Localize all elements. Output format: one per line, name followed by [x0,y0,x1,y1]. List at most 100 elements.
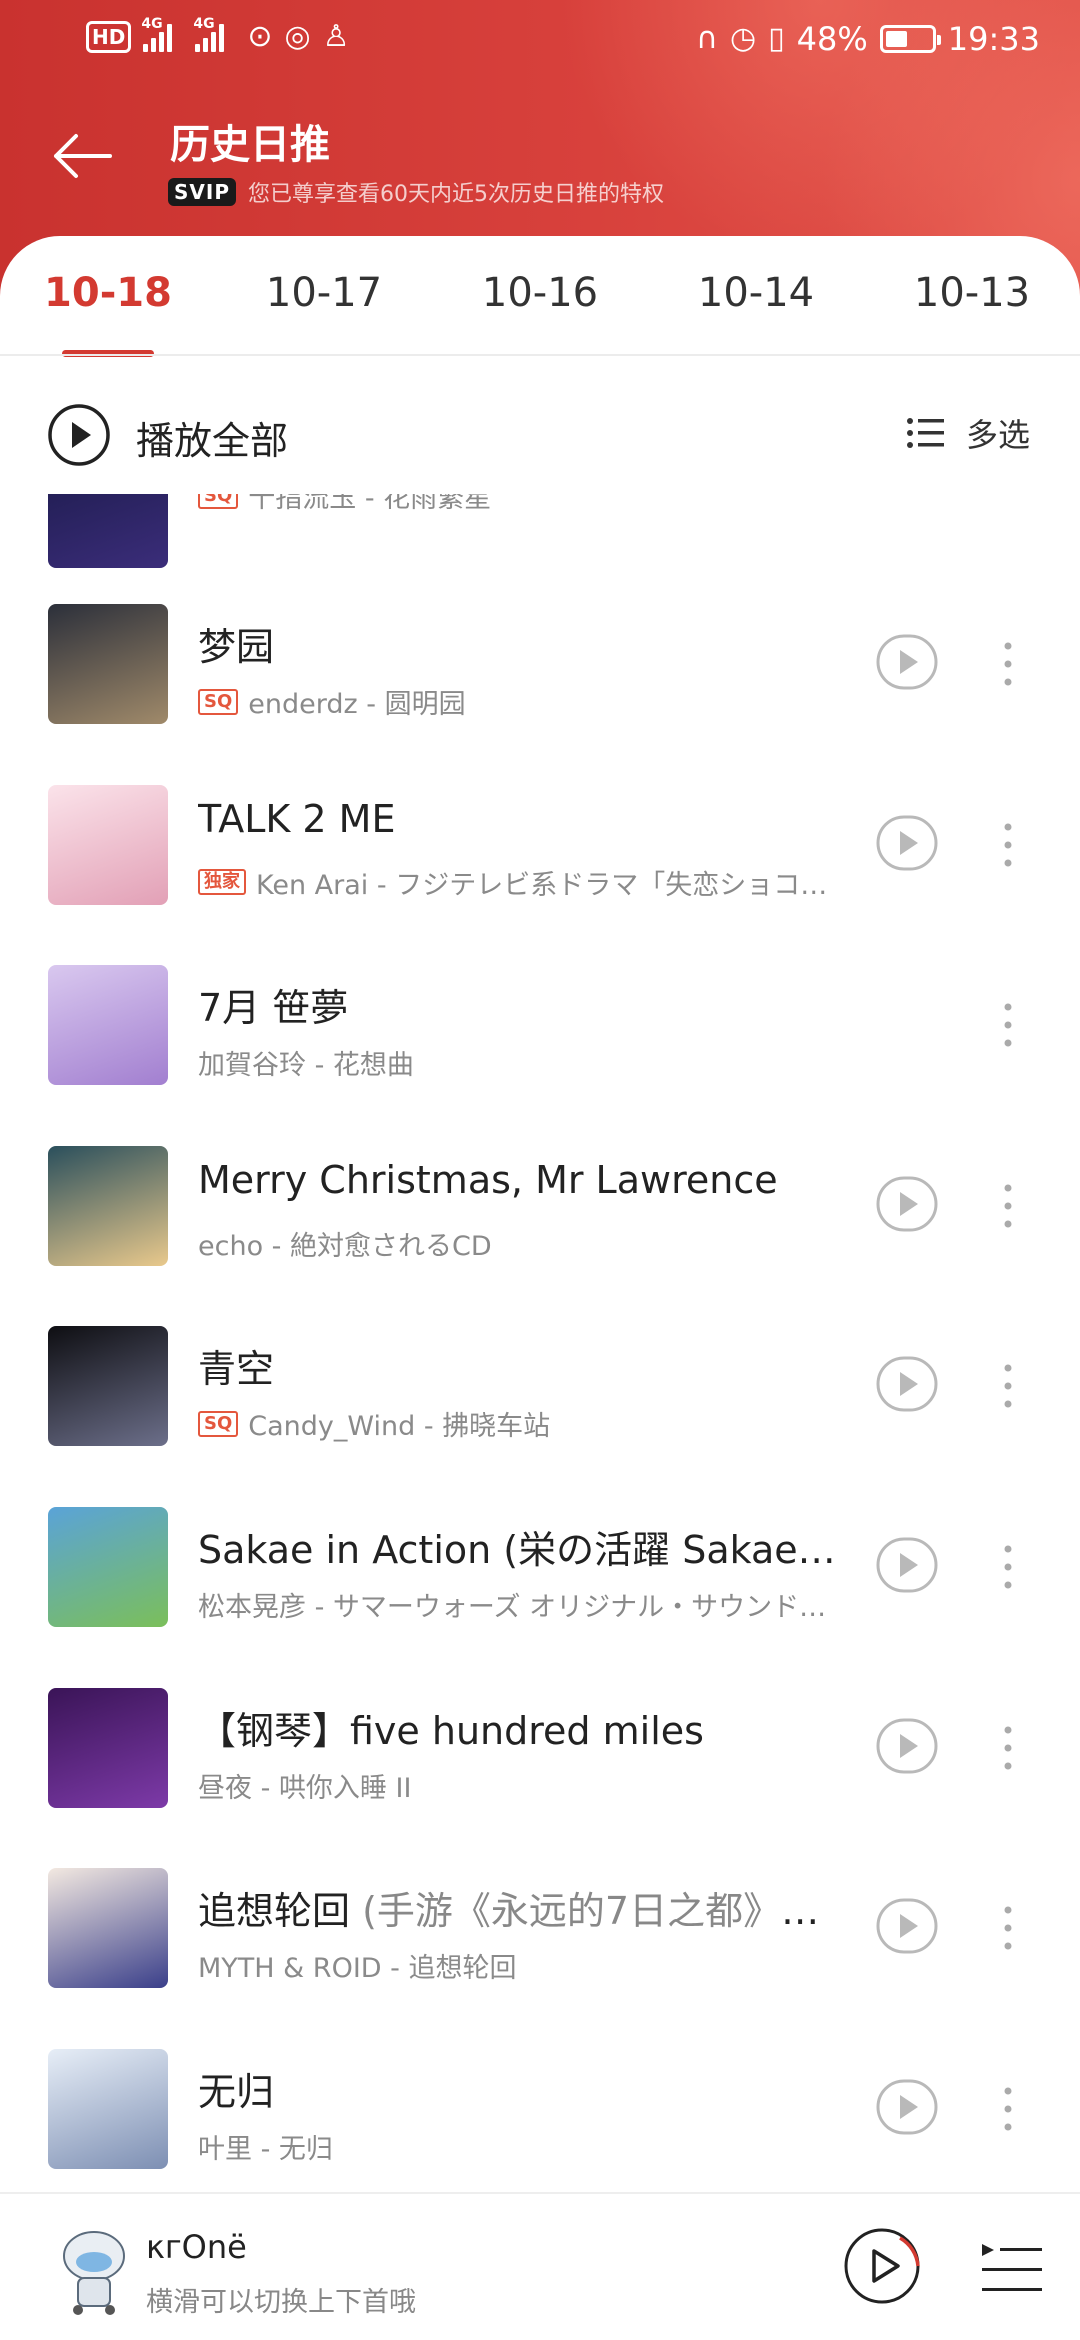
date-tab[interactable]: 10-14 [698,270,814,316]
status-bar: HD 4G 4G ⊙ ◎ ♙ ∩ ◷ ▯ 48% 19:33 [0,0,1080,80]
play-all-button[interactable]: 播放全部 [136,410,288,465]
back-arrow-icon[interactable] [48,120,120,192]
mv-play-icon[interactable] [876,1176,938,1232]
status-left: HD 4G 4G ⊙ ◎ ♙ [86,16,350,54]
mv-play-icon[interactable] [876,1718,938,1774]
play-all-icon[interactable] [46,402,112,468]
mini-play-button[interactable] [840,2224,924,2308]
date-tab[interactable]: 10-17 [266,270,382,316]
battery-percent: 48% [796,20,868,58]
song-row[interactable]: Sakae in Action (栄の活躍 Sakae no… 松本晃彦 - サマ… [0,1507,1080,1687]
mv-play-icon[interactable] [876,1898,938,1954]
album-cover [48,784,168,905]
quality-badge: SQ [198,688,239,715]
clock: 19:33 [947,20,1040,58]
song-name: TALK 2 ME [198,796,396,841]
song-title: 7月 笹夢 [198,977,838,1032]
song-meta: 十指流玉 - 花雨繁星 [248,494,492,514]
multi-select-label: 多选 [965,416,1030,454]
network-type-label: 4G [193,16,215,32]
song-list: SQ 十指流玉 - 花雨繁星 梦园 SQ enderdz - 圆明园 TALK 2 M… [0,494,1080,2194]
page-subtitle: 您已尊享查看60天内近5次历史日推的特权 [247,182,664,207]
mini-player-hint: 横滑可以切换上下首哦 [146,2287,416,2318]
more-options-icon[interactable] [996,1001,1020,1049]
quality-badge: 独家 [198,869,246,896]
date-tab[interactable]: 10-13 [914,270,1030,316]
song-row[interactable]: Merry Christmas, Mr Lawrence echo - 絶対愈され… [0,1145,1080,1326]
sq-badge: SQ [198,494,239,509]
more-options-icon[interactable] [996,1362,1020,1410]
song-row[interactable]: 青空 SQ Candy_Wind - 拂晓车站 [0,1326,1080,1506]
song-title: 无归 [198,2061,838,2116]
song-row[interactable]: 7月 笹夢加賀谷玲 - 花想曲 [0,965,1080,1145]
more-options-icon[interactable] [996,2085,1020,2133]
song-subtitle: 松本晃彦 - サマーウォーズ オリジナル・サウンド… [198,1585,838,1624]
mv-play-icon[interactable] [876,1356,938,1412]
weibo-icon: ⊙ [247,19,273,54]
wechat-icon: ◎ [284,19,311,54]
song-alias: (手游《永远的7日之都》主… [350,1889,838,1934]
song-meta: 昼夜 - 哄你入睡 II [198,1772,412,1804]
song-name: 无归 [198,2069,275,2114]
date-tabs: 10-18 10-17 10-16 10-14 10-13 [0,236,1080,356]
status-right: ∩ ◷ ▯ 48% 19:33 [696,20,1040,58]
song-title: Merry Christmas, Mr Lawrence [198,1158,838,1202]
more-options-icon[interactable] [996,640,1020,688]
song-subtitle: 独家 Ken Arai - フジテレビ系ドラマ「失恋ショコ… [198,863,838,902]
multi-select-button[interactable]: 多选 [906,410,1030,456]
date-tab[interactable]: 10-18 [44,270,172,316]
mini-player-cover [63,2231,125,2315]
album-cover [48,1687,168,1808]
song-meta: echo - 絶対愈されるCD [198,1230,492,1262]
mv-play-icon[interactable] [876,815,938,871]
album-cover [48,965,168,1086]
mv-play-icon[interactable] [876,634,938,690]
headphones-icon: ∩ [695,21,718,56]
song-meta: enderdz - 圆明园 [248,689,466,720]
song-subtitle: SQ enderdz - 圆明园 [198,682,838,721]
song-meta: 叶里 - 无归 [198,2133,333,2165]
mv-play-icon[interactable] [876,1537,938,1593]
song-row[interactable]: 梦园 SQ enderdz - 圆明园 [0,604,1080,784]
song-name: Merry Christmas, Mr Lawrence [198,1157,778,1202]
song-row[interactable]: 【钢琴】five hundred miles 昼夜 - 哄你入睡 II [0,1687,1080,1868]
battery-fill [885,31,907,47]
more-options-icon[interactable] [996,821,1020,869]
more-options-icon[interactable] [996,1543,1020,1591]
song-title: TALK 2 ME [198,797,838,841]
mini-player[interactable]: κгOnë 横滑可以切换上下首哦 [0,2192,1080,2340]
song-name: 梦园 [198,625,275,669]
more-options-icon[interactable] [996,1724,1020,1772]
song-subtitle: echo - 絶対愈されるCD [198,1224,838,1263]
qq-icon: ♙ [322,19,350,54]
song-title: 青空 [198,1338,838,1393]
song-name: 7月 笹夢 [198,986,349,1031]
svip-badge: SVIP [168,178,236,206]
song-row[interactable]: 无归叶里 - 无归 [0,2048,1080,2194]
song-title: 追想轮回 (手游《永远的7日之都》主… [198,1880,838,1935]
song-meta: Ken Arai - フジテレビ系ドラマ「失恋ショコ… [256,869,828,901]
song-row[interactable]: 追想轮回 (手游《永远的7日之都》主… MYTH & ROID - 追想轮回 [0,1868,1080,2048]
mini-player-title: κгOnë [146,2228,247,2266]
vip-subtitle-row: SVIP 您已尊享查看60天内近5次历史日推的特权 [168,176,664,208]
song-name: 【钢琴】five hundred miles [198,1708,704,1753]
network-type-label: 4G [141,16,163,32]
play-all-row: 播放全部 多选 [0,380,1080,490]
song-row[interactable]: TALK 2 ME 独家 Ken Arai - フジテレビ系ドラマ「失恋ショコ… [0,784,1080,965]
date-tab[interactable]: 10-16 [482,270,598,316]
song-name: Sakae in Action (栄の活躍 Sakae no… [198,1528,838,1572]
song-title: Sakae in Action (栄の活躍 Sakae no… [198,1519,838,1574]
tabs-divider [0,354,1080,356]
more-options-icon[interactable] [996,1904,1020,1952]
signal-icon: 4G [141,16,183,52]
alarm-icon: ◷ [729,21,757,56]
playlist-queue-icon[interactable] [980,2238,1044,2298]
song-meta: 加賀谷玲 - 花想曲 [198,1050,414,1082]
more-options-icon[interactable] [996,1182,1020,1230]
song-name: 青空 [198,1347,275,1392]
mv-play-icon[interactable] [876,2079,938,2135]
song-meta: MYTH & ROID - 追想轮回 [198,1953,517,1985]
song-subtitle: SQ 十指流玉 - 花雨繁星 [198,494,838,515]
page-title: 历史日推 [170,122,330,168]
song-meta: Candy_Wind - 拂晓车站 [248,1411,551,1443]
